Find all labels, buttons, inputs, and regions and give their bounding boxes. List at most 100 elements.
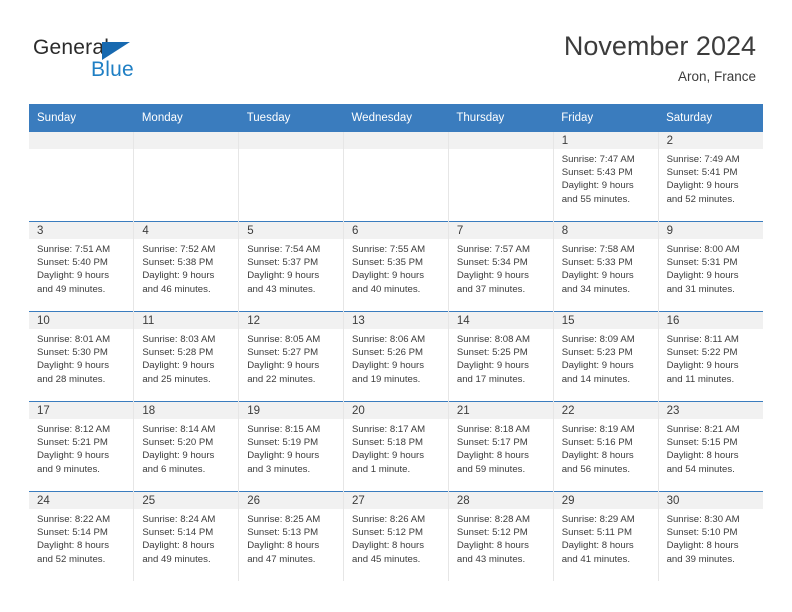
calendar-day-cell[interactable]: 7 Sunrise: 7:57 AM Sunset: 5:34 PM Daylight… xyxy=(448,221,554,312)
day-number: 3 xyxy=(29,222,134,239)
calendar-day-cell[interactable]: 20 Sunrise: 8:17 AM Sunset: 5:18 PM Dayligh… xyxy=(343,401,449,492)
sunset-time: Sunset: 5:40 PM xyxy=(37,257,108,269)
daylight-line2: and 49 minutes. xyxy=(142,553,211,565)
daylight-line1: Daylight: 9 hours xyxy=(142,270,215,282)
daylight-line1: Daylight: 9 hours xyxy=(456,270,529,282)
daylight-line1: Daylight: 9 hours xyxy=(37,270,109,282)
calendar-day-cell[interactable]: 27 Sunrise: 8:26 AM Sunset: 5:12 PM Dayligh… xyxy=(343,491,449,581)
calendar-day-cell[interactable]: 13 Sunrise: 8:06 AM Sunset: 5:26 PM Dayligh… xyxy=(343,311,449,402)
calendar-day-cell[interactable]: 15 Sunrise: 8:09 AM Sunset: 5:23 PM Dayligh… xyxy=(553,311,659,402)
daylight-line2: and 22 minutes. xyxy=(247,373,316,385)
sunset-time: Sunset: 5:37 PM xyxy=(247,257,319,269)
sunrise-time: Sunrise: 8:19 AM xyxy=(561,424,635,435)
calendar-day-cell[interactable]: 28 Sunrise: 8:28 AM Sunset: 5:12 PM Dayligh… xyxy=(448,491,554,581)
calendar-day-cell[interactable]: 10 Sunrise: 8:01 AM Sunset: 5:30 PM Dayligh… xyxy=(29,311,135,402)
sun-info: Sunrise: 7:54 AM Sunset: 5:37 PM Daylight:… xyxy=(239,239,343,296)
sun-info: Sunrise: 8:17 AM Sunset: 5:18 PM Daylight:… xyxy=(344,419,448,476)
sun-info: Sunrise: 8:08 AM Sunset: 5:25 PM Daylight:… xyxy=(449,329,553,386)
calendar-day-cell[interactable]: 24 Sunrise: 8:22 AM Sunset: 5:14 PM Dayligh… xyxy=(29,491,135,581)
sunset-time: Sunset: 5:38 PM xyxy=(142,257,214,269)
calendar-day-cell[interactable]: 22 Sunrise: 8:19 AM Sunset: 5:16 PM Dayligh… xyxy=(553,401,659,492)
daylight-line1: Daylight: 8 hours xyxy=(666,450,739,462)
day-number: 28 xyxy=(448,492,553,509)
sunrise-time: Sunrise: 8:14 AM xyxy=(142,424,216,435)
calendar-day-cell[interactable]: 9 Sunrise: 8:00 AM Sunset: 5:31 PM Daylight… xyxy=(658,221,763,312)
sun-info: Sunrise: 8:18 AM Sunset: 5:17 PM Daylight:… xyxy=(449,419,553,476)
day-number: 29 xyxy=(553,492,658,509)
daylight-line2: and 41 minutes. xyxy=(561,553,630,565)
calendar-day-cell[interactable]: 3 Sunrise: 7:51 AM Sunset: 5:40 PM Daylight… xyxy=(29,221,135,312)
calendar-day-cell[interactable]: 4 Sunrise: 7:52 AM Sunset: 5:38 PM Daylight… xyxy=(133,221,240,312)
sunrise-time: Sunrise: 8:03 AM xyxy=(142,334,216,345)
day-cell-content: 5 Sunrise: 7:54 AM Sunset: 5:37 PM Daylight… xyxy=(239,222,344,311)
calendar-day-cell[interactable]: 1 Sunrise: 7:47 AM Sunset: 5:43 PM Daylight… xyxy=(553,132,659,222)
calendar-day-cell[interactable]: 26 Sunrise: 8:25 AM Sunset: 5:13 PM Dayligh… xyxy=(238,491,345,581)
weekday-header-tuesday: Tuesday xyxy=(238,104,344,132)
day-number: 16 xyxy=(658,312,763,329)
daylight-line2: and 25 minutes. xyxy=(142,373,211,385)
sun-info xyxy=(134,149,238,153)
day-number: 21 xyxy=(448,402,553,419)
daylight-line1: Daylight: 8 hours xyxy=(247,540,320,552)
day-number xyxy=(239,132,344,149)
sun-info: Sunrise: 7:52 AM Sunset: 5:38 PM Daylight:… xyxy=(134,239,238,296)
daylight-line2: and 17 minutes. xyxy=(456,373,526,385)
sun-info xyxy=(449,149,553,153)
calendar-day-cell[interactable]: 16 Sunrise: 8:11 AM Sunset: 5:22 PM Dayligh… xyxy=(658,311,763,402)
daylight-line1: Daylight: 9 hours xyxy=(666,360,739,372)
day-number: 10 xyxy=(29,312,134,329)
calendar-day-cell[interactable]: 5 Sunrise: 7:54 AM Sunset: 5:37 PM Daylight… xyxy=(238,221,345,312)
day-number: 20 xyxy=(344,402,448,419)
sunrise-time: Sunrise: 7:54 AM xyxy=(247,244,321,255)
day-cell-content: 30 Sunrise: 8:30 AM Sunset: 5:10 PM Dayligh… xyxy=(658,492,763,581)
daylight-line1: Daylight: 8 hours xyxy=(666,540,739,552)
daylight-line2: and 46 minutes. xyxy=(142,283,211,295)
sun-info: Sunrise: 8:21 AM Sunset: 5:15 PM Daylight:… xyxy=(659,419,763,476)
daylight-line1: Daylight: 9 hours xyxy=(247,360,320,372)
daylight-line1: Daylight: 9 hours xyxy=(142,360,215,372)
day-cell-content: 7 Sunrise: 7:57 AM Sunset: 5:34 PM Daylight… xyxy=(448,222,553,311)
sunset-time: Sunset: 5:12 PM xyxy=(352,527,423,539)
daylight-line1: Daylight: 9 hours xyxy=(352,270,425,282)
weekday-header-sunday: Sunday xyxy=(29,104,134,132)
calendar-cell-empty xyxy=(448,132,554,222)
calendar-day-cell[interactable]: 2 Sunrise: 7:49 AM Sunset: 5:41 PM Daylight… xyxy=(658,132,763,222)
daylight-line2: and 59 minutes. xyxy=(456,463,526,475)
sunset-time: Sunset: 5:31 PM xyxy=(666,257,738,269)
daylight-line2: and 40 minutes. xyxy=(352,283,421,295)
calendar-cell-empty xyxy=(133,132,240,222)
daylight-line1: Daylight: 9 hours xyxy=(352,360,425,372)
calendar-day-cell[interactable]: 29 Sunrise: 8:29 AM Sunset: 5:11 PM Dayligh… xyxy=(553,491,659,581)
day-cell-content: 28 Sunrise: 8:28 AM Sunset: 5:12 PM Dayligh… xyxy=(448,492,553,581)
day-number xyxy=(448,132,553,149)
calendar-day-cell[interactable]: 6 Sunrise: 7:55 AM Sunset: 5:35 PM Daylight… xyxy=(343,221,449,312)
daylight-line2: and 47 minutes. xyxy=(247,553,316,565)
calendar-day-cell[interactable]: 30 Sunrise: 8:30 AM Sunset: 5:10 PM Dayligh… xyxy=(658,491,763,581)
daylight-line1: Daylight: 8 hours xyxy=(456,540,529,552)
calendar-day-cell[interactable]: 17 Sunrise: 8:12 AM Sunset: 5:21 PM Dayligh… xyxy=(29,401,135,492)
daylight-line2: and 19 minutes. xyxy=(352,373,421,385)
calendar-day-cell[interactable]: 25 Sunrise: 8:24 AM Sunset: 5:14 PM Dayligh… xyxy=(133,491,240,581)
logo-text-general: General xyxy=(33,36,110,59)
general-blue-logo[interactable]: General Blue xyxy=(33,36,263,86)
sunrise-time: Sunrise: 7:49 AM xyxy=(666,154,740,165)
day-number: 23 xyxy=(658,402,763,419)
sun-info: Sunrise: 8:15 AM Sunset: 5:19 PM Daylight:… xyxy=(239,419,343,476)
calendar-day-cell[interactable]: 8 Sunrise: 7:58 AM Sunset: 5:33 PM Daylight… xyxy=(553,221,659,312)
sunrise-time: Sunrise: 8:21 AM xyxy=(666,424,740,435)
calendar-day-cell[interactable]: 18 Sunrise: 8:14 AM Sunset: 5:20 PM Dayligh… xyxy=(133,401,240,492)
calendar-day-cell[interactable]: 21 Sunrise: 8:18 AM Sunset: 5:17 PM Dayligh… xyxy=(448,401,554,492)
daylight-line1: Daylight: 9 hours xyxy=(247,270,320,282)
calendar-day-cell[interactable]: 23 Sunrise: 8:21 AM Sunset: 5:15 PM Dayligh… xyxy=(658,401,763,492)
sun-info: Sunrise: 8:28 AM Sunset: 5:12 PM Daylight:… xyxy=(449,509,553,566)
daylight-line1: Daylight: 8 hours xyxy=(37,540,109,552)
calendar-day-cell[interactable]: 11 Sunrise: 8:03 AM Sunset: 5:28 PM Dayligh… xyxy=(133,311,240,402)
daylight-line2: and 14 minutes. xyxy=(561,373,630,385)
calendar-day-cell[interactable]: 19 Sunrise: 8:15 AM Sunset: 5:19 PM Dayligh… xyxy=(238,401,345,492)
weekday-header-friday: Friday xyxy=(553,104,659,132)
day-cell-content xyxy=(29,132,134,221)
daylight-line1: Daylight: 8 hours xyxy=(561,540,634,552)
calendar-day-cell[interactable]: 12 Sunrise: 8:05 AM Sunset: 5:27 PM Dayligh… xyxy=(238,311,345,402)
sunrise-time: Sunrise: 8:26 AM xyxy=(352,514,426,525)
calendar-day-cell[interactable]: 14 Sunrise: 8:08 AM Sunset: 5:25 PM Dayligh… xyxy=(448,311,554,402)
